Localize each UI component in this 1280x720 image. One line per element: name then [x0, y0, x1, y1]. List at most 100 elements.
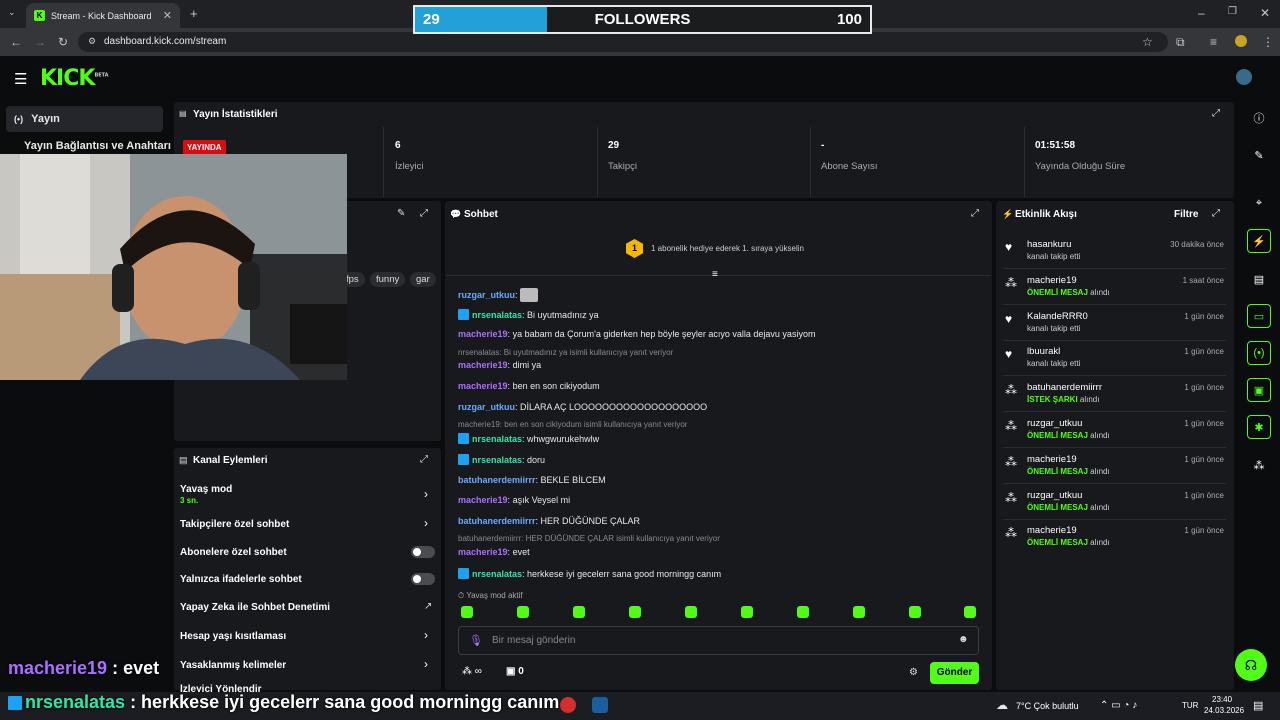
chat-username[interactable]: macherie19 [458, 381, 508, 391]
weather-text[interactable]: 7°C Çok bulutlu [1016, 701, 1079, 711]
kicks-rail-icon[interactable]: ⁂ [1247, 453, 1271, 477]
event-username[interactable]: batuhanerdemiirrr [1027, 382, 1102, 393]
wrench-icon[interactable]: ✱ [1247, 415, 1271, 439]
chat-settings-icon[interactable]: ⚙ [909, 667, 918, 678]
chat-message[interactable]: macherie19: ya babam da Çorum'a giderken… [458, 329, 815, 339]
chat-username[interactable]: ruzgar_utkuu [458, 402, 515, 412]
emote-button[interactable] [517, 606, 529, 618]
chevron-right-icon[interactable]: › [424, 657, 428, 671]
emote-button[interactable] [909, 606, 921, 618]
chat-username[interactable]: ruzgar_utkuu [458, 290, 515, 300]
chat-message[interactable]: batuhanerdemiirrr: BEKLE BİLCEM [458, 475, 606, 485]
external-link-icon[interactable]: ↗ [424, 601, 432, 612]
broadcast-rail-icon[interactable]: (•) [1247, 341, 1271, 365]
back-icon[interactable]: ← [10, 35, 22, 49]
chat-message[interactable]: nrsenalatas: whwgwurukehwlw [458, 433, 599, 444]
url-field[interactable]: dashboard.kick.com/stream [78, 32, 1168, 52]
chat-message[interactable]: ruzgar_utkuu: DİLARA AÇ LOOOOOOOOOOOOOOO… [458, 402, 707, 412]
chat-username[interactable]: nrsenalatas [472, 434, 522, 444]
emote-button[interactable] [461, 606, 473, 618]
chat-message[interactable]: macherie19: evet [458, 547, 530, 557]
account-age-label[interactable]: Hesap yaşı kısıtlaması [180, 631, 286, 642]
language-indicator[interactable]: TUR [1182, 701, 1198, 710]
extensions-icon[interactable]: ⧉ [1176, 35, 1185, 50]
chat-username[interactable]: macherie19 [458, 495, 508, 505]
banned-words-label[interactable]: Yasaklanmış kelimeler [180, 660, 286, 671]
support-chat-icon[interactable]: ☊ [1235, 649, 1267, 681]
reload-icon[interactable]: ↻ [58, 35, 68, 49]
info-icon[interactable]: ⓘ [1247, 106, 1271, 130]
filter-button[interactable]: Filtre [1174, 209, 1198, 220]
chat-username[interactable]: batuhanerdemiirrr [458, 475, 536, 485]
host-redirect-label[interactable]: İzleyici Yönlendir [180, 684, 262, 692]
pen-icon[interactable]: ✎ [1247, 143, 1271, 167]
send-button[interactable]: Gönder [930, 662, 979, 684]
ai-moderation-label[interactable]: Yapay Zeka ile Sohbet Denetimi [180, 602, 330, 613]
sidebar-item-stream-key[interactable]: Yayın Bağlantısı ve Anahtarı [24, 140, 171, 152]
chat-username[interactable]: macherie19 [458, 547, 508, 557]
users-rail-icon[interactable]: ▣ [1247, 378, 1271, 402]
event-username[interactable]: KalandeRRR0 [1027, 311, 1088, 322]
taskbar-app-icon[interactable] [592, 697, 608, 713]
chat-message[interactable]: ruzgar_utkuu: [458, 288, 539, 302]
kick-logo[interactable]: KICKBETA [40, 66, 109, 91]
close-window-icon[interactable]: ✕ [1260, 6, 1270, 20]
popout-icon[interactable]: ⤢ [1212, 108, 1220, 119]
popout-icon[interactable]: ⤢ [971, 208, 979, 219]
chat-message[interactable]: macherie19: ben en son cikiyodum [458, 381, 600, 391]
site-info-icon[interactable]: ⚙ [88, 36, 96, 47]
emote-button[interactable] [573, 606, 585, 618]
new-tab-icon[interactable]: + [190, 6, 198, 21]
emoji-icon[interactable]: ☻ [958, 634, 969, 645]
chat-message[interactable]: batuhanerdemiirrr: HER DÜĞÜNDE ÇALAR [458, 516, 640, 526]
clipboard-icon[interactable]: ▤ [1247, 267, 1271, 291]
chevron-right-icon[interactable]: › [424, 628, 428, 642]
kicks-points-icon[interactable]: ⁂ ∞ [462, 666, 482, 677]
chevron-right-icon[interactable]: › [424, 516, 428, 530]
notification-icon[interactable]: ▤ [1253, 699, 1263, 712]
bookmark-star-icon[interactable]: ☆ [1142, 35, 1153, 49]
event-username[interactable]: macherie19 [1027, 454, 1077, 465]
emote-button[interactable] [685, 606, 697, 618]
emote-button[interactable] [964, 606, 976, 618]
focus-icon[interactable]: ⌖ [1247, 191, 1271, 215]
emote-button[interactable] [629, 606, 641, 618]
edit-icon[interactable]: ✎ [397, 208, 405, 219]
followers-only-label[interactable]: Takipçilere özel sohbet [180, 519, 289, 530]
profile-avatar[interactable] [1235, 35, 1247, 47]
tab-close-icon[interactable]: ✕ [163, 9, 172, 22]
subscribers-only-toggle[interactable] [411, 546, 435, 558]
chat-username[interactable]: nrsenalatas [472, 569, 522, 579]
browser-tab[interactable]: K Stream - Kick Dashboard ✕ [26, 3, 180, 28]
clock-time[interactable]: 23:40 [1212, 695, 1232, 704]
emote-button[interactable] [797, 606, 809, 618]
event-username[interactable]: ruzgar_utkuu [1027, 490, 1082, 501]
event-username[interactable]: lbuurakl [1027, 346, 1060, 357]
popout-icon[interactable]: ⤢ [420, 208, 428, 219]
event-username[interactable]: macherie19 [1027, 275, 1077, 286]
lightning-rail-icon[interactable]: ⚡ [1247, 229, 1271, 253]
user-avatar[interactable] [1236, 69, 1252, 85]
event-username[interactable]: hasankuru [1027, 239, 1071, 250]
sidebar-item-yayin[interactable]: (•) Yayın [6, 106, 163, 132]
chat-input[interactable]: 🎙 Bir mesaj gönderin ☻ [458, 626, 979, 655]
emote-only-toggle[interactable] [411, 573, 435, 585]
chevron-right-icon[interactable]: › [424, 487, 428, 501]
popout-icon[interactable]: ⤢ [1212, 208, 1220, 219]
browser-menu-icon[interactable]: ⋮ [1262, 35, 1274, 49]
chat-message[interactable]: macherie19: dimi ya [458, 360, 541, 370]
popout-icon[interactable]: ⤢ [420, 454, 428, 465]
chat-message[interactable]: nrsenalatas: doru [458, 454, 545, 465]
minimize-icon[interactable]: – [1198, 6, 1205, 20]
chat-message[interactable]: macherie19: aşık Veysel mi [458, 495, 570, 505]
chat-username[interactable]: batuhanerdemiirrr [458, 516, 536, 526]
taskbar-app-icon[interactable] [560, 697, 576, 713]
chat-username[interactable]: macherie19 [458, 360, 508, 370]
chat-rail-icon[interactable]: ▭ [1247, 304, 1271, 328]
clock-date[interactable]: 24.03.2026 [1204, 706, 1244, 715]
microphone-icon[interactable]: 🎙 [469, 634, 483, 647]
event-username[interactable]: macherie19 [1027, 525, 1077, 536]
media-icon[interactable]: ≡ [1210, 35, 1217, 49]
pin-scroll-icon[interactable]: ≡ [712, 269, 718, 280]
emote-button[interactable] [853, 606, 865, 618]
